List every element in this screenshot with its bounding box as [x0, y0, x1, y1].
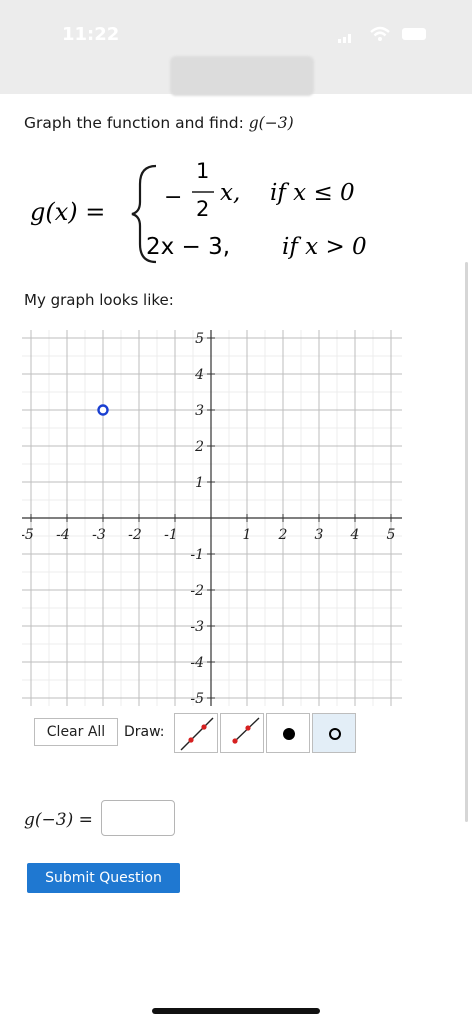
piece1-minus: −	[164, 185, 182, 210]
scrollbar[interactable]	[465, 262, 468, 822]
battery-icon	[402, 28, 426, 40]
x-tick-label: -5	[22, 527, 34, 543]
y-tick-label: 4	[194, 367, 204, 383]
y-tick-label: 5	[195, 331, 204, 347]
x-tick-label: -4	[56, 527, 70, 543]
x-tick-label: -3	[92, 527, 106, 543]
open-dot-tool-button[interactable]	[312, 713, 356, 753]
status-time: 11:22	[62, 24, 120, 45]
open-dot-icon	[329, 728, 341, 740]
coordinate-graph[interactable]: -5 -4 -3 -2 -1 1 2 3 4 5 5 4 3 2 1 -1 -2 -3 -4 -5	[22, 330, 402, 706]
question-target: g(−3)	[248, 114, 294, 132]
wifi-icon	[370, 26, 390, 41]
open-point[interactable]	[97, 404, 109, 416]
x-tick-label: 4	[350, 527, 360, 543]
y-tick-label: 2	[194, 439, 204, 455]
segment-tool-button[interactable]	[220, 713, 264, 753]
piece1-condition: if x ≤ 0	[270, 180, 355, 206]
graph-caption: My graph looks like:	[24, 291, 174, 309]
submit-question-button[interactable]: Submit Question	[27, 863, 180, 893]
y-tick-label: -2	[190, 583, 204, 599]
x-tick-label: -2	[128, 527, 142, 543]
piece2-condition: if x > 0	[282, 234, 367, 260]
clear-all-button[interactable]: Clear All	[34, 718, 118, 746]
home-indicator[interactable]	[152, 1008, 320, 1014]
draw-label: Draw:	[124, 724, 165, 740]
signal-icon	[338, 34, 351, 43]
x-tick-label: 2	[278, 527, 288, 543]
x-tick-label: -1	[164, 527, 178, 543]
question-prefix: Graph the function and find:	[24, 114, 249, 132]
piece2-expr: 2x − 3,	[146, 234, 230, 260]
answer-label: g(−3) =	[24, 810, 93, 830]
blurred-url-bar	[170, 56, 314, 96]
piece1-denominator: 2	[196, 197, 209, 221]
line-tool-icon	[180, 717, 214, 751]
closed-dot-tool-button[interactable]	[266, 713, 310, 753]
x-tick-label: 1	[243, 527, 252, 543]
piece1-numerator: 1	[196, 159, 209, 183]
question-text: Graph the function and find: g(−3)	[24, 114, 294, 132]
x-tick-label: 5	[387, 527, 396, 543]
piecewise-formula: g(x) = − 1 2 x, if x ≤ 0 2x − 3, if x > …	[30, 159, 367, 264]
y-tick-label: -1	[190, 547, 204, 563]
y-tick-label: -5	[190, 691, 204, 706]
y-tick-label: -4	[190, 655, 204, 671]
segment-tool-icon	[232, 717, 260, 744]
formula-lhs: g(x) =	[30, 198, 105, 226]
closed-dot-icon	[283, 728, 295, 740]
status-bar: 11:22	[0, 0, 472, 96]
y-tick-label: 1	[195, 475, 204, 491]
answer-input[interactable]	[101, 800, 175, 836]
x-tick-label: 3	[315, 527, 324, 543]
y-tick-label: 3	[195, 403, 204, 419]
line-tool-button[interactable]	[174, 713, 218, 753]
y-tick-label: -3	[190, 619, 204, 635]
piece1-var: x,	[220, 180, 240, 206]
